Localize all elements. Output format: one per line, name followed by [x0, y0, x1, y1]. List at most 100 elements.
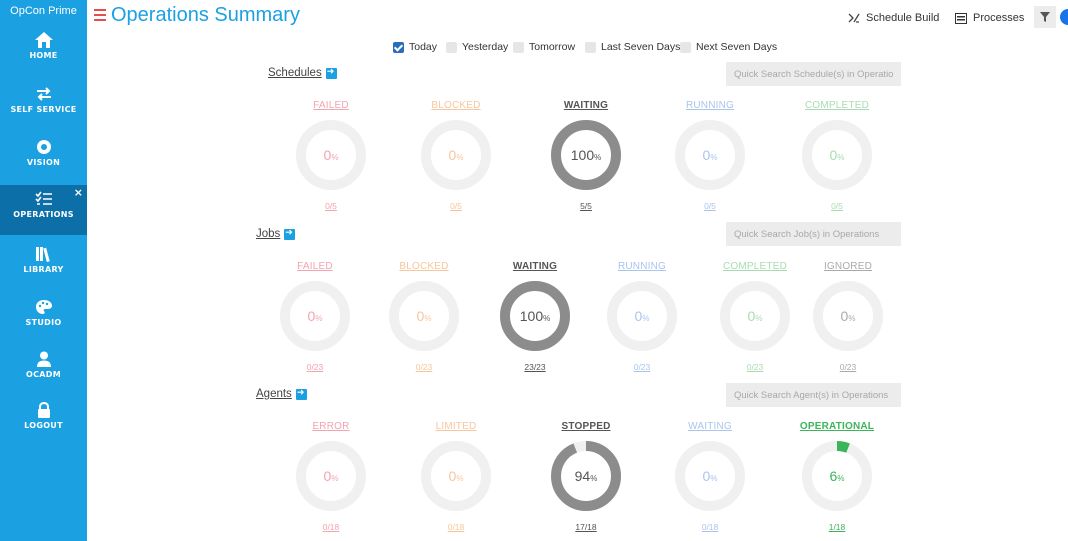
sidebar-item-label: HOME [29, 51, 58, 60]
stat-title[interactable]: COMPLETED [710, 261, 800, 272]
stat-title[interactable]: STOPPED [541, 421, 631, 432]
stat-title[interactable]: ERROR [286, 421, 376, 432]
percent-sign: % [710, 474, 718, 483]
percent-sign: % [837, 153, 845, 162]
stat-title[interactable]: BLOCKED [379, 261, 469, 272]
stat-percent: 100% [550, 119, 622, 191]
stat-count[interactable]: 0/23 [270, 362, 360, 372]
user-icon [36, 351, 51, 367]
donut-ring: 6% [801, 440, 873, 512]
sidebar: OpCon Prime HOME SELF SERVICE VISION OPE… [0, 0, 87, 541]
checkbox-today[interactable] [393, 41, 404, 53]
checklist-icon [34, 191, 52, 205]
stat-title[interactable]: FAILED [270, 261, 360, 272]
filter-today[interactable]: Today [393, 41, 437, 53]
filter-button[interactable] [1034, 6, 1056, 28]
stat-title[interactable]: WAITING [541, 100, 631, 111]
close-icon[interactable]: × [74, 186, 83, 199]
processes-icon [955, 12, 967, 24]
sidebar-item-label: SELF SERVICE [10, 105, 77, 114]
jobs-label: Jobs [256, 228, 281, 240]
open-arrow-icon[interactable] [325, 66, 337, 79]
stat-card-failed: FAILED 0% 0/5 [286, 100, 376, 211]
donut-ring: 0% [295, 119, 367, 191]
stat-count[interactable]: 0/5 [665, 201, 755, 211]
stat-title[interactable]: WAITING [490, 261, 580, 272]
open-arrow-icon[interactable] [284, 227, 296, 240]
checkbox-yesterday[interactable] [446, 41, 457, 53]
schedules-search-input[interactable] [726, 62, 901, 86]
stat-count[interactable]: 0/23 [379, 362, 469, 372]
stat-count[interactable]: 23/23 [490, 362, 580, 372]
percent-sign: % [590, 474, 598, 483]
schedules-label: Schedules [268, 67, 322, 79]
open-arrow-icon[interactable] [295, 387, 307, 400]
filter-label: Tomorrow [529, 41, 576, 53]
stat-title[interactable]: BLOCKED [411, 100, 501, 111]
stat-count[interactable]: 0/18 [665, 522, 755, 532]
sidebar-item-logout[interactable]: LOGOUT [0, 396, 87, 446]
sidebar-item-self-service[interactable]: SELF SERVICE [0, 80, 87, 130]
stat-percent: 0% [388, 280, 460, 352]
jobs-link[interactable]: Jobs [256, 227, 296, 240]
stat-percent: 0% [719, 280, 791, 352]
stat-title[interactable]: FAILED [286, 100, 376, 111]
sidebar-item-label: VISION [26, 158, 61, 167]
percent-sign: % [837, 474, 845, 483]
schedule-build-button[interactable]: Schedule Build [848, 12, 939, 24]
sidebar-item-studio[interactable]: STUDIO [0, 293, 87, 343]
sidebar-item-ocadm[interactable]: OCADM [0, 345, 87, 395]
agents-search-input[interactable] [726, 383, 901, 407]
status-indicator[interactable] [1060, 9, 1068, 25]
stat-title[interactable]: OPERATIONAL [792, 421, 882, 432]
stat-title[interactable]: IGNORED [803, 261, 893, 272]
processes-button[interactable]: Processes [955, 12, 1024, 24]
checkbox-tomorrow[interactable] [513, 41, 524, 53]
schedules-link[interactable]: Schedules [268, 66, 337, 79]
filter-last-seven-days[interactable]: Last Seven Days [585, 41, 680, 53]
sidebar-item-operations[interactable]: OPERATIONS × [0, 185, 87, 235]
checkbox-next-seven-days[interactable] [680, 41, 691, 53]
filter-icon [1040, 12, 1050, 22]
stat-count[interactable]: 0/5 [286, 201, 376, 211]
schedule-build-label: Schedule Build [866, 12, 940, 24]
stat-count[interactable]: 17/18 [541, 522, 631, 532]
filter-label: Today [409, 41, 438, 53]
stat-title[interactable]: LIMITED [411, 421, 501, 432]
percent-sign: % [456, 474, 464, 483]
stat-count[interactable]: 1/18 [792, 522, 882, 532]
stat-count[interactable]: 0/23 [597, 362, 687, 372]
donut-ring: 94% [550, 440, 622, 512]
stat-count[interactable]: 0/23 [803, 362, 893, 372]
stat-card-error: ERROR 0% 0/18 [286, 421, 376, 532]
percent-sign: % [315, 314, 323, 323]
percent-sign: % [331, 474, 339, 483]
stat-card-limited: LIMITED 0% 0/18 [411, 421, 501, 532]
sidebar-item-vision[interactable]: VISION [0, 133, 87, 183]
stat-title[interactable]: RUNNING [665, 100, 755, 111]
stat-count[interactable]: 0/18 [286, 522, 376, 532]
stat-count[interactable]: 0/18 [411, 522, 501, 532]
sidebar-item-library[interactable]: LIBRARY [0, 240, 87, 290]
checkbox-last-seven-days[interactable] [585, 41, 596, 53]
filter-next-seven-days[interactable]: Next Seven Days [680, 41, 777, 53]
eye-icon [36, 140, 51, 154]
stat-count[interactable]: 0/23 [710, 362, 800, 372]
percent-sign: % [424, 314, 432, 323]
jobs-search-input[interactable] [726, 222, 901, 246]
donut-ring: 0% [606, 280, 678, 352]
stat-count[interactable]: 5/5 [541, 201, 631, 211]
stat-percent: 0% [606, 280, 678, 352]
stat-title[interactable]: COMPLETED [792, 100, 882, 111]
stat-count[interactable]: 0/5 [411, 201, 501, 211]
hamburger-menu-icon[interactable] [94, 9, 106, 21]
stat-count[interactable]: 0/5 [792, 201, 882, 211]
stat-card-waiting: WAITING 100% 5/5 [541, 100, 631, 211]
brand-logo: OpCon Prime [10, 5, 77, 17]
filter-tomorrow[interactable]: Tomorrow [513, 41, 575, 53]
sidebar-item-home[interactable]: HOME [0, 26, 87, 76]
stat-title[interactable]: WAITING [665, 421, 755, 432]
filter-yesterday[interactable]: Yesterday [446, 41, 508, 53]
stat-title[interactable]: RUNNING [597, 261, 687, 272]
agents-link[interactable]: Agents [256, 387, 307, 400]
